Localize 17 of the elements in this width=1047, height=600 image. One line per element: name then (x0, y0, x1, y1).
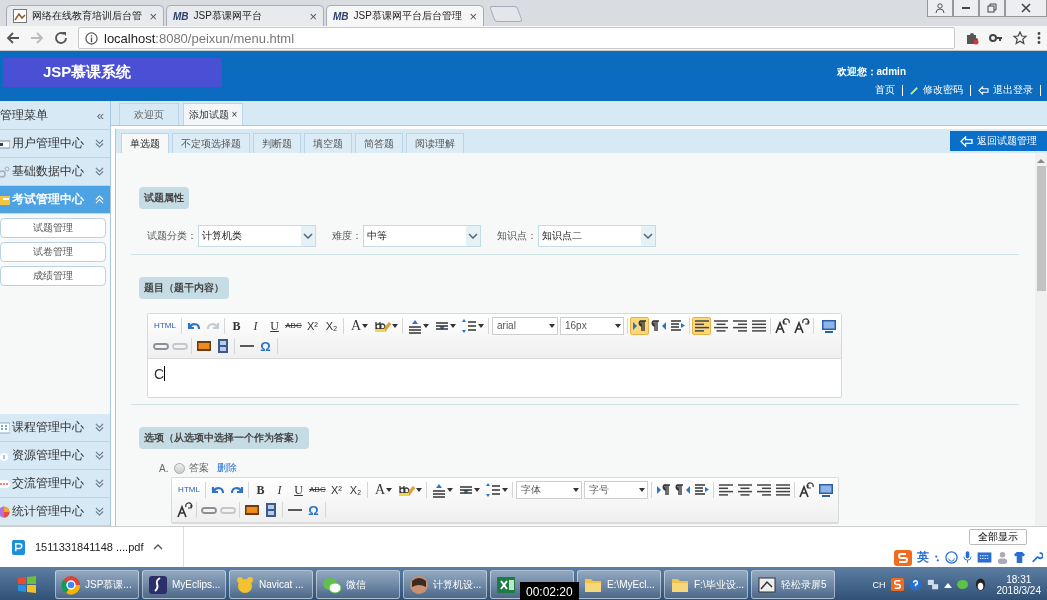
radio-label: 答案 (189, 461, 210, 475)
section-label: 试题属性 (139, 187, 189, 209)
field-label: 难度： (332, 229, 362, 243)
tab-favicon: MB (333, 10, 349, 22)
welcome-text: 欢迎您：admin (836, 65, 906, 79)
timer-toast: 00:02:20 (520, 582, 579, 600)
field-label: 试题分类： (147, 229, 197, 243)
field-label: 知识点： (497, 229, 537, 243)
section-label: 题目（题干内容） (139, 277, 229, 299)
sidebar-title: 管理菜单 (0, 106, 48, 124)
tab-title: JSP慕课网平台后台管理 (353, 9, 463, 23)
tab-title: 网络在线教育培训后台管 (32, 9, 143, 23)
tab-favicon: MB (173, 10, 189, 22)
section-label: 选项（从选项中选择一个作为答案） (139, 427, 309, 449)
option-letter: A. (159, 462, 169, 474)
app-logo: JSP慕课系统 (3, 58, 222, 87)
tab-title: JSP慕课网平台 (193, 9, 263, 23)
